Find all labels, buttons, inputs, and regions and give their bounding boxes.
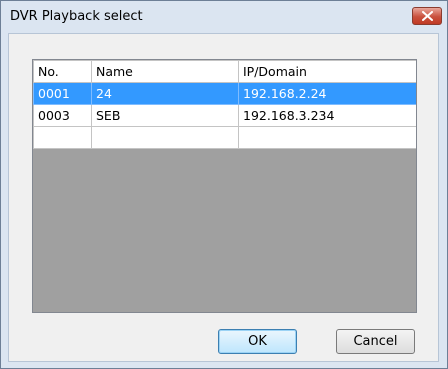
dialog-body: No. Name IP/Domain 0001 24 192.168.2.24 … [8, 33, 439, 362]
cell-ip: 192.168.3.234 [238, 104, 416, 127]
dvr-list[interactable]: No. Name IP/Domain 0001 24 192.168.2.24 … [32, 59, 417, 313]
empty-cell [91, 126, 239, 149]
table-row[interactable]: 0003 SEB 192.168.3.234 [33, 104, 416, 127]
title-bar[interactable]: DVR Playback select [1, 1, 447, 33]
window-title: DVR Playback select [10, 9, 143, 24]
close-button[interactable] [412, 7, 442, 25]
close-icon [422, 11, 433, 21]
empty-cell [33, 126, 92, 149]
cell-no: 0001 [33, 82, 92, 105]
dialog-window: DVR Playback select No. Name IP/Domain 0… [0, 0, 448, 369]
column-header-ip[interactable]: IP/Domain [238, 60, 416, 83]
empty-cell [238, 126, 416, 149]
cancel-button[interactable]: Cancel [336, 329, 415, 354]
cell-name: SEB [91, 104, 239, 127]
ok-button[interactable]: OK [218, 329, 297, 354]
dvr-table: No. Name IP/Domain 0001 24 192.168.2.24 … [33, 60, 416, 149]
table-row[interactable]: 0001 24 192.168.2.24 [33, 82, 416, 105]
cell-ip: 192.168.2.24 [238, 82, 416, 105]
column-header-no[interactable]: No. [33, 60, 92, 83]
column-header-name[interactable]: Name [91, 60, 239, 83]
cell-no: 0003 [33, 104, 92, 127]
empty-row[interactable] [33, 126, 416, 149]
table-header-row: No. Name IP/Domain [33, 60, 416, 83]
cell-name: 24 [91, 82, 239, 105]
